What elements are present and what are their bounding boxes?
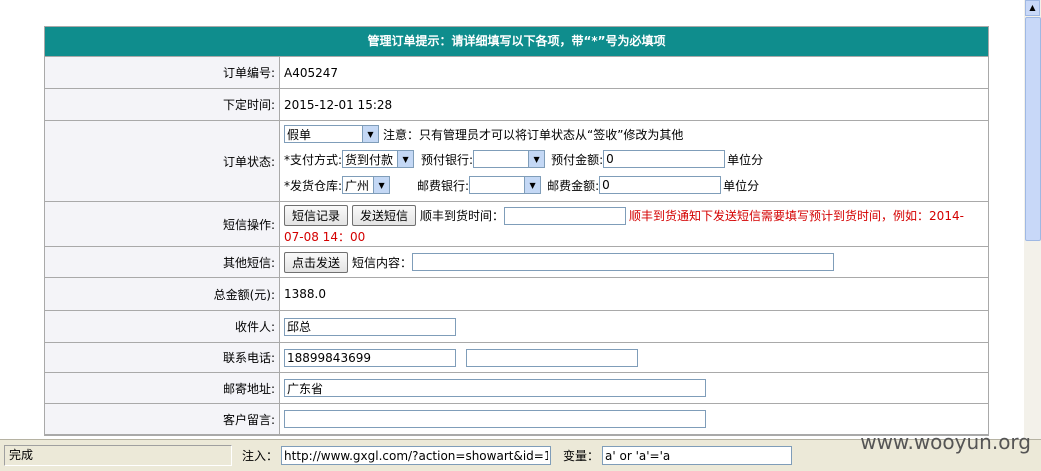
inject-input[interactable] bbox=[281, 446, 552, 465]
chevron-down-icon: ▼ bbox=[362, 126, 378, 142]
row-order-time: 下定时间: 2015-12-01 15:28 bbox=[45, 89, 988, 121]
var-label: 变量： bbox=[563, 449, 600, 463]
scroll-up-icon[interactable]: ▲ bbox=[1025, 0, 1040, 16]
status-note: 注意：只有管理员才可以将订单状态从“签收”修改为其他 bbox=[383, 127, 684, 142]
sms-warning-line2: 07-08 14：00 bbox=[284, 230, 366, 244]
total-label: 总金额(元): bbox=[45, 278, 280, 310]
row-other-sms: 其他短信: 点击发送 短信内容： bbox=[45, 247, 988, 278]
postage-amount-label: 邮费金额: bbox=[547, 178, 600, 193]
sms-warning-line1: 顺丰到货通知下发送短信需要填写预计到货时间，例如：2014- bbox=[629, 209, 964, 223]
prepay-amount-label: 预付金额: bbox=[551, 152, 604, 167]
order-form: 管理订单提示：请详细填写以下各项，带“*”号为必填项 订单编号: A405247… bbox=[44, 26, 989, 436]
postage-bank-select[interactable]: ▼ bbox=[469, 176, 542, 194]
row-address: 邮寄地址: bbox=[45, 373, 988, 404]
order-number-value: A405247 bbox=[284, 65, 339, 80]
chevron-down-icon: ▼ bbox=[528, 151, 545, 167]
click-send-button[interactable]: 点击发送 bbox=[284, 251, 349, 273]
chevron-down-icon: ▼ bbox=[373, 177, 390, 193]
form-header: 管理订单提示：请详细填写以下各项，带“*”号为必填项 bbox=[45, 27, 988, 57]
total-value: 1388.0 bbox=[284, 287, 326, 301]
vertical-scrollbar[interactable]: ▲ bbox=[1024, 0, 1041, 439]
order-number-label: 订单编号: bbox=[45, 57, 280, 88]
status-select[interactable]: 假单 ▼ bbox=[284, 125, 379, 143]
row-phone: 联系电话: bbox=[45, 343, 988, 373]
prepay-unit: 单位分 bbox=[727, 152, 764, 167]
pay-method-select[interactable]: 货到付款 ▼ bbox=[342, 150, 415, 168]
other-sms-label: 其他短信: bbox=[45, 247, 280, 277]
phone-label: 联系电话: bbox=[45, 343, 280, 372]
address-label: 邮寄地址: bbox=[45, 373, 280, 403]
prepay-bank-label: 预付银行: bbox=[421, 152, 474, 167]
warehouse-select[interactable]: 广州 ▼ bbox=[342, 176, 391, 194]
prepay-bank-select[interactable]: ▼ bbox=[473, 150, 546, 168]
postage-unit: 单位分 bbox=[723, 178, 760, 193]
row-message: 客户留言: bbox=[45, 404, 988, 435]
postage-bank-label: 邮费银行: bbox=[417, 178, 470, 193]
order-status-label: 订单状态: bbox=[45, 121, 280, 201]
sms-content-label: 短信内容： bbox=[352, 255, 413, 270]
status-text: 完成 bbox=[4, 445, 232, 466]
warehouse-label: *发货仓库: bbox=[284, 178, 343, 193]
sf-time-label: 顺丰到货时间： bbox=[420, 209, 505, 223]
phone-input-2[interactable] bbox=[466, 348, 638, 367]
row-receiver: 收件人: bbox=[45, 311, 988, 343]
message-input[interactable] bbox=[284, 410, 706, 428]
sms-label: 短信操作: bbox=[45, 202, 280, 246]
postage-amount-input[interactable] bbox=[599, 176, 722, 194]
receiver-input[interactable] bbox=[284, 317, 456, 336]
row-sms: 短信操作: 短信记录 发送短信 顺丰到货时间： 顺丰到货通知下发送短信需要填写预… bbox=[45, 202, 988, 247]
sms-record-button[interactable]: 短信记录 bbox=[284, 205, 349, 226]
watermark: www.wooyun.org bbox=[860, 430, 1031, 454]
address-input[interactable] bbox=[284, 379, 706, 397]
receiver-label: 收件人: bbox=[45, 311, 280, 342]
message-label: 客户留言: bbox=[45, 404, 280, 434]
inject-label: 注入： bbox=[242, 449, 279, 463]
prepay-amount-input[interactable] bbox=[603, 150, 726, 168]
row-order-number: 订单编号: A405247 bbox=[45, 57, 988, 89]
row-total: 总金额(元): 1388.0 bbox=[45, 278, 988, 311]
pay-method-label: *支付方式: bbox=[284, 152, 343, 167]
sms-content-input[interactable] bbox=[412, 253, 835, 271]
chevron-down-icon: ▼ bbox=[524, 177, 541, 193]
order-time-label: 下定时间: bbox=[45, 89, 280, 120]
chevron-down-icon: ▼ bbox=[397, 151, 414, 167]
order-time-value: 2015-12-01 15:28 bbox=[284, 97, 393, 112]
send-sms-button[interactable]: 发送短信 bbox=[352, 205, 417, 226]
var-input[interactable] bbox=[602, 446, 793, 465]
sf-time-input[interactable] bbox=[504, 206, 627, 225]
scroll-thumb[interactable] bbox=[1025, 17, 1041, 241]
row-order-status: 订单状态: 假单 ▼ 注意：只有管理员才可以将订单状态从“签收”修改为其他 *支付… bbox=[45, 121, 988, 202]
phone-input[interactable] bbox=[284, 348, 456, 367]
